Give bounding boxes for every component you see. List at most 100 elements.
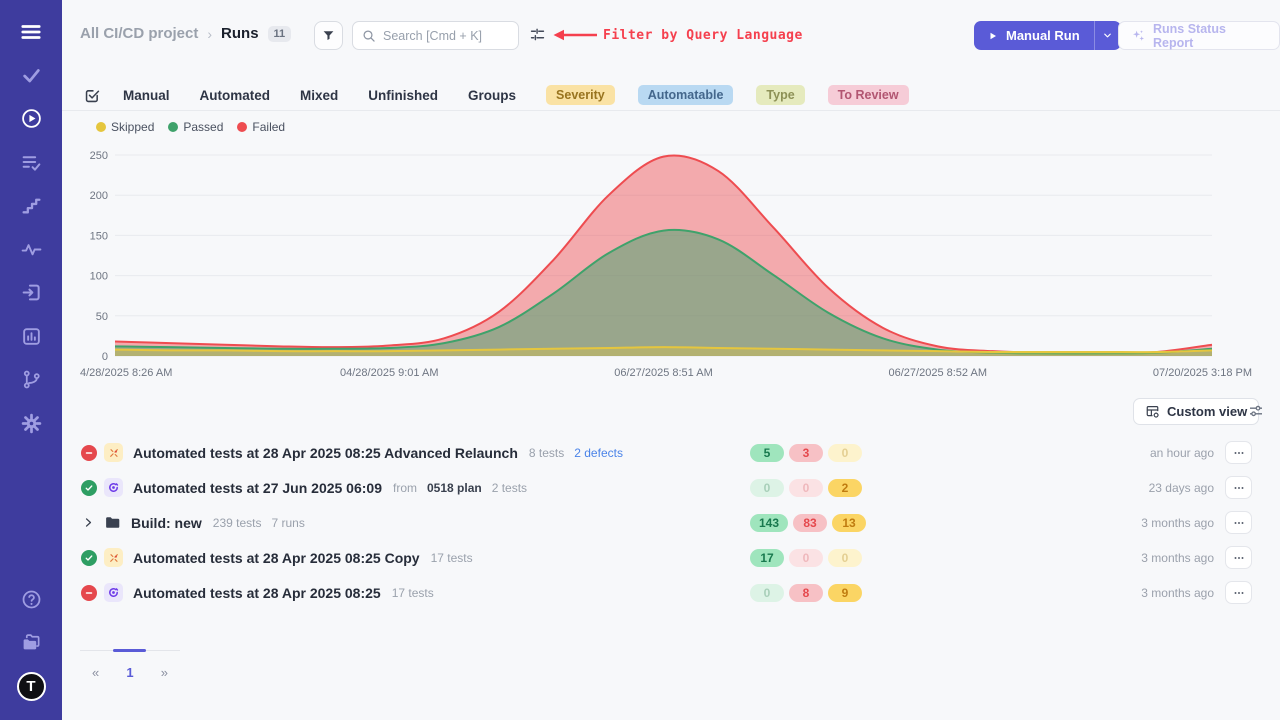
task-check-icon[interactable]: [84, 87, 101, 104]
sidebar-nav: [0, 0, 62, 445]
run-meta: 17 tests: [392, 586, 434, 600]
run-meta: 239 tests7 runs: [213, 516, 305, 530]
tab-automated[interactable]: Automated: [200, 88, 271, 103]
expand-chevron-icon[interactable]: [80, 516, 97, 529]
ellipsis-icon: [1232, 586, 1246, 600]
breadcrumb-project[interactable]: All CI/CD project: [80, 25, 198, 42]
tab-manual[interactable]: Manual: [123, 88, 170, 103]
view-sliders-button[interactable]: [1248, 403, 1264, 419]
run-row[interactable]: Automated tests at 27 Jun 2025 06:09 from…: [80, 470, 1252, 505]
run-title[interactable]: Automated tests at 28 Apr 2025 08:25 Adv…: [133, 445, 518, 461]
row-menu-button[interactable]: [1225, 476, 1252, 499]
y-tick-label: 250: [90, 150, 108, 162]
status-passed-icon: [80, 550, 97, 566]
search-box[interactable]: [352, 21, 519, 50]
runs-status-report-button[interactable]: Runs Status Report: [1118, 21, 1280, 50]
badge-failed: 0: [789, 549, 823, 567]
row-menu-button[interactable]: [1225, 441, 1252, 464]
meta-text: 8 tests: [529, 446, 564, 460]
sidebar-item-import[interactable]: [0, 271, 62, 315]
sidebar-item-projects[interactable]: [0, 621, 62, 665]
sparkle-app-icon: [104, 443, 123, 462]
annotation-arrow-icon: [552, 29, 598, 41]
search-icon: [362, 29, 376, 43]
pagination-page-1[interactable]: 1: [126, 665, 133, 680]
meta-text: 17 tests: [431, 551, 473, 565]
meta-text: from: [393, 481, 417, 495]
meta-text: 17 tests: [392, 586, 434, 600]
search-input[interactable]: [383, 29, 509, 43]
divider: [62, 110, 1280, 111]
sliders-icon: [1248, 406, 1264, 423]
sidebar-item-ready-check[interactable]: [0, 54, 62, 98]
sidebar-item-run-list[interactable]: [0, 141, 62, 185]
y-tick-label: 100: [90, 271, 108, 283]
legend-skipped[interactable]: Skipped: [96, 120, 154, 134]
chart-legend: Skipped Passed Failed: [96, 120, 285, 134]
run-row[interactable]: Build: new239 tests7 runs14383133 months…: [80, 505, 1252, 540]
tab-unfinished[interactable]: Unfinished: [368, 88, 438, 103]
recorder-app-icon: [104, 478, 123, 497]
sidebar-item-pulse[interactable]: [0, 228, 62, 272]
reports-icon: [21, 326, 42, 347]
x-tick-label: 04/28/2025 9:01 AM: [340, 367, 438, 379]
run-time: 3 months ago: [1141, 586, 1214, 600]
sidebar-item-menu[interactable]: [0, 10, 62, 54]
defects-link[interactable]: 2 defects: [574, 446, 623, 460]
sidebar-item-steps[interactable]: [0, 184, 62, 228]
run-title[interactable]: Automated tests at 27 Jun 2025 06:09: [133, 480, 382, 496]
row-menu-button[interactable]: [1225, 546, 1252, 569]
sidebar-item-reports[interactable]: [0, 315, 62, 359]
meta-text: 0518 plan: [427, 481, 482, 495]
sidebar-item-branches[interactable]: [0, 358, 62, 402]
runs-count-badge: 11: [268, 26, 292, 42]
tab-mixed[interactable]: Mixed: [300, 88, 338, 103]
result-badges: 002: [750, 479, 862, 497]
app-logo[interactable]: T: [0, 665, 62, 709]
result-badges: 089: [750, 584, 862, 602]
chip-type[interactable]: Type: [756, 85, 804, 105]
y-tick-label: 150: [90, 230, 108, 242]
run-row[interactable]: Automated tests at 28 Apr 2025 08:25 Cop…: [80, 540, 1252, 575]
query-language-filter-button[interactable]: [529, 26, 546, 43]
chip-severity[interactable]: Severity: [546, 85, 615, 105]
badge-failed: 0: [789, 479, 823, 497]
run-title[interactable]: Automated tests at 28 Apr 2025 08:25 Cop…: [133, 550, 420, 566]
legend-passed[interactable]: Passed: [168, 120, 223, 134]
filter-button[interactable]: [314, 21, 343, 50]
sidebar: T: [0, 0, 62, 720]
legend-dot-icon: [96, 122, 106, 132]
run-title[interactable]: Automated tests at 28 Apr 2025 08:25: [133, 585, 381, 601]
run-row[interactable]: Automated tests at 28 Apr 2025 08:25 17 t…: [80, 575, 1252, 610]
run-row[interactable]: Automated tests at 28 Apr 2025 08:25 Adv…: [80, 435, 1252, 470]
play-circle-icon: [21, 108, 42, 129]
row-menu-button[interactable]: [1225, 581, 1252, 604]
run-time: an hour ago: [1150, 446, 1214, 460]
run-title[interactable]: Build: new: [131, 515, 202, 531]
chip-automatable[interactable]: Automatable: [638, 85, 734, 105]
pagination-prev-button[interactable]: «: [92, 665, 99, 680]
runs-chart: 0501001502002504/28/2025 8:26 AM04/28/20…: [80, 141, 1255, 386]
sidebar-item-settings[interactable]: [0, 402, 62, 446]
run-meta: from0518 plan2 tests: [393, 481, 527, 495]
tab-groups[interactable]: Groups: [468, 88, 516, 103]
pagination-next-button[interactable]: »: [161, 665, 168, 680]
sidebar-item-help[interactable]: [0, 578, 62, 622]
custom-view-label: Custom view: [1167, 404, 1247, 419]
manual-run-dropdown[interactable]: [1094, 21, 1121, 50]
x-tick-label: 07/20/2025 3:18 PM: [1153, 367, 1252, 379]
custom-view-button[interactable]: Custom view: [1133, 398, 1259, 425]
sparkles-icon: [1131, 28, 1146, 43]
sparkle-app-icon: [104, 548, 123, 567]
chevron-down-icon: [1102, 30, 1113, 41]
legend-failed[interactable]: Failed: [237, 120, 285, 134]
sidebar-item-play-circle[interactable]: [0, 97, 62, 141]
ready-check-icon: [21, 65, 42, 86]
manual-run-button[interactable]: Manual Run: [974, 21, 1121, 50]
manual-run-main[interactable]: Manual Run: [974, 21, 1094, 50]
chip-to-review[interactable]: To Review: [828, 85, 909, 105]
badge-skipped: 2: [828, 479, 862, 497]
page-title: Runs: [221, 25, 259, 42]
row-menu-button[interactable]: [1225, 511, 1252, 534]
result-badges: 1438313: [750, 514, 866, 532]
